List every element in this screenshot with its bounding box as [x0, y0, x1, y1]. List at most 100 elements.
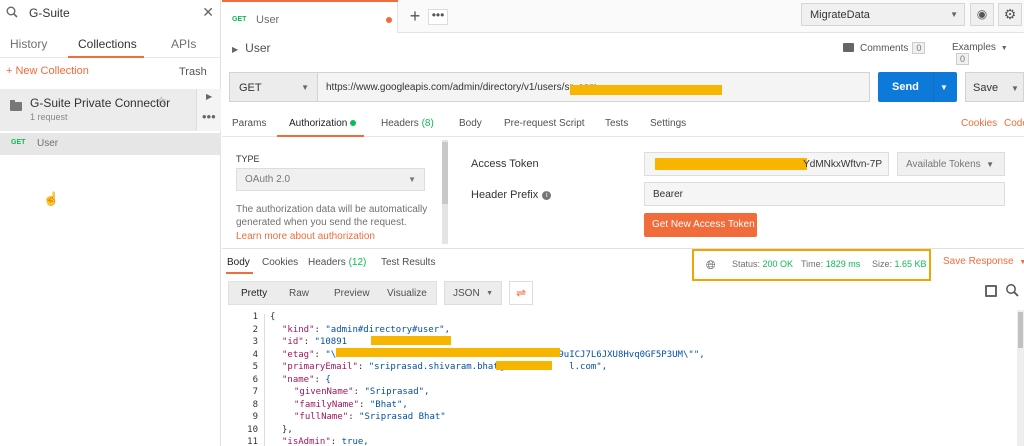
line-number: 11: [247, 437, 258, 446]
examples-label: Examples: [952, 42, 996, 53]
search-icon: [6, 6, 18, 18]
chevron-down-icon: ▼: [408, 175, 416, 184]
json-value: "Bhat",: [369, 399, 408, 410]
search-icon[interactable]: [1005, 283, 1019, 297]
redaction-mark: [496, 361, 552, 370]
redaction-mark: [336, 348, 560, 357]
method-select[interactable]: GET ▼: [229, 72, 318, 102]
request-title[interactable]: ▶ User: [232, 41, 271, 55]
cookies-link[interactable]: Cookies: [961, 118, 997, 129]
code-line: {: [270, 312, 275, 322]
chevron-down-icon: ▼: [950, 10, 958, 19]
available-tokens-label: Available Tokens: [906, 159, 981, 170]
tab-history[interactable]: History: [10, 37, 47, 51]
response-tab-test-results[interactable]: Test Results: [381, 257, 435, 268]
star-icon[interactable]: ☆: [156, 94, 167, 108]
globe-icon[interactable]: 🌐︎: [706, 258, 716, 273]
json-key: "isAdmin": [282, 437, 331, 446]
expand-arrow-icon[interactable]: ▶: [206, 92, 212, 101]
tab-options-button[interactable]: •••: [428, 9, 448, 25]
request-item[interactable]: GET User: [0, 133, 221, 155]
eye-icon[interactable]: ◉: [970, 3, 994, 26]
chevron-down-icon[interactable]: ▼: [940, 83, 948, 92]
send-button[interactable]: Send ▼: [878, 72, 957, 102]
active-dot-icon: [350, 120, 357, 126]
tab-headers[interactable]: Headers (8): [381, 118, 434, 129]
examples-button[interactable]: Examples ▼ 0: [952, 42, 1024, 65]
view-preview-button[interactable]: Preview: [334, 288, 370, 299]
tab-body[interactable]: Body: [459, 118, 482, 129]
size-value[interactable]: 1.65 KB: [895, 259, 927, 269]
wrap-lines-icon[interactable]: ⇌: [509, 281, 533, 305]
view-mode-group: Pretty Raw Preview Visualize: [228, 281, 437, 305]
time-value[interactable]: 1829 ms: [826, 259, 861, 269]
response-status-highlight: 🌐︎ Status: 200 OK Time: 1829 ms Size: 1.…: [692, 249, 931, 281]
response-tab-headers[interactable]: Headers (12): [308, 257, 366, 268]
json-colon: :: [359, 399, 370, 410]
chevron-down-icon[interactable]: ▼: [1011, 84, 1019, 93]
request-tab[interactable]: GET User: [222, 0, 398, 33]
new-tab-button[interactable]: +: [405, 6, 425, 26]
auth-panel-scrollbar[interactable]: [442, 140, 448, 244]
tab-collections[interactable]: Collections: [78, 37, 137, 51]
tab-settings[interactable]: Settings: [650, 118, 686, 129]
response-scrollbar[interactable]: [1017, 310, 1024, 446]
json-key: "primaryEmail": [282, 362, 358, 372]
auth-type-value: OAuth 2.0: [245, 174, 291, 185]
more-options-icon[interactable]: •••: [202, 109, 216, 124]
save-button[interactable]: Save ▼: [965, 72, 1024, 102]
redaction-mark: [371, 336, 451, 345]
url-input[interactable]: https://www.googleapis.com/admin/directo…: [318, 72, 870, 102]
environment-select[interactable]: MigrateData ▼: [801, 3, 965, 26]
view-pretty-button[interactable]: Pretty: [241, 288, 267, 299]
header-prefix-input[interactable]: Bearer: [644, 182, 1005, 206]
view-visualize-button[interactable]: Visualize: [387, 288, 427, 299]
access-token-input[interactable]: YdMNkxWftvn-7P: [644, 152, 889, 176]
save-response-button[interactable]: Save Response ▼: [943, 256, 1024, 267]
tab-apis[interactable]: APIs: [171, 37, 196, 51]
tab-tests[interactable]: Tests: [605, 118, 628, 129]
comments-button[interactable]: Comments 0: [843, 42, 926, 54]
active-tab-underline: [68, 56, 144, 58]
view-raw-button[interactable]: Raw: [289, 288, 309, 299]
response-body-code[interactable]: 1 {2 "kind": "admin#directory#user", 3 "id":…: [222, 309, 1017, 446]
tab-authorization[interactable]: Authorization: [289, 118, 357, 129]
json-colon: :: [314, 349, 326, 360]
json-value: "Sriprasad",: [364, 387, 430, 397]
tab-prerequest-script[interactable]: Pre-request Script: [504, 118, 585, 129]
code-line: "kind": "admin#directory#user",: [282, 325, 450, 335]
status-readout: Status: 200 OK: [732, 259, 793, 269]
copy-icon[interactable]: [985, 285, 997, 297]
search-input[interactable]: G-Suite: [29, 6, 70, 20]
trash-button[interactable]: Trash: [179, 66, 207, 78]
format-select[interactable]: JSON ▼: [444, 281, 502, 305]
auth-description: The authorization data will be automatic…: [236, 204, 428, 228]
gear-icon[interactable]: ⚙: [998, 3, 1022, 26]
response-tab-cookies[interactable]: Cookies: [262, 257, 298, 268]
auth-type-select[interactable]: OAuth 2.0 ▼: [236, 168, 425, 191]
line-number: 9: [252, 412, 258, 422]
new-collection-button[interactable]: + New Collection: [6, 65, 89, 77]
learn-more-link[interactable]: Learn more about authorization: [236, 231, 375, 242]
get-new-access-token-button[interactable]: Get New Access Token: [644, 213, 757, 237]
redaction-mark: [655, 158, 807, 170]
status-value[interactable]: 200 OK: [763, 259, 794, 269]
sidebar-search[interactable]: G-Suite ✕: [6, 4, 214, 23]
comments-count: 0: [912, 42, 926, 54]
available-tokens-select[interactable]: Available Tokens ▼: [897, 152, 1005, 176]
json-colon: :: [357, 362, 369, 372]
clear-search-icon[interactable]: ✕: [202, 4, 214, 21]
info-icon[interactable]: i: [542, 191, 552, 200]
json-colon: :: [330, 437, 342, 446]
tab-method-badge: GET: [232, 16, 247, 23]
json-value: "admin#directory#user",: [325, 324, 450, 335]
tab-headers-count: (8): [421, 118, 434, 129]
tab-params[interactable]: Params: [232, 118, 266, 129]
code-link[interactable]: Code: [1004, 118, 1024, 129]
json-key: "kind": [282, 324, 315, 335]
url-value: https://www.googleapis.com/admin/directo…: [326, 82, 598, 93]
collection-item[interactable]: G-Suite Private Connector ☆ 1 request ▶ …: [0, 89, 221, 206]
response-tab-body[interactable]: Body: [227, 257, 250, 268]
json-value: "sriprasad.shivaram.bhat@s l.com",: [368, 362, 608, 372]
code-line: "givenName": "Sriprasad",: [294, 387, 429, 397]
